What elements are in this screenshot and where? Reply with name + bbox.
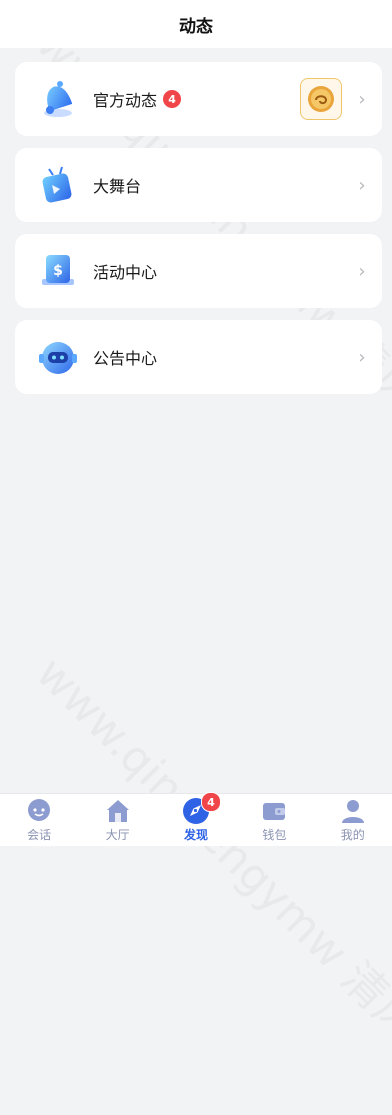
tab-label: 会话 [27, 828, 52, 842]
tab-me[interactable]: 我的 [314, 794, 392, 846]
card-label: 活动中心 [93, 263, 158, 282]
stage-icon [31, 158, 85, 212]
card-label: 大舞台 [93, 177, 142, 196]
chat-icon [25, 797, 53, 825]
tab-label: 钱包 [262, 828, 287, 842]
home-icon [104, 797, 132, 825]
card-label: 官方动态 [93, 91, 158, 110]
tab-wallet[interactable]: 钱包 [235, 794, 313, 846]
coin-logo-icon [300, 78, 342, 120]
card-activity-center[interactable]: $ 活动中心 › [15, 234, 382, 308]
tab-badge: 4 [200, 792, 221, 812]
chevron-right-icon: › [358, 346, 366, 368]
robot-icon [31, 330, 85, 384]
unread-badge: 4 [163, 90, 182, 108]
svg-text:$: $ [53, 263, 63, 279]
chevron-right-icon: › [358, 88, 366, 110]
card-official-news[interactable]: 官方动态 4 › [15, 62, 382, 136]
card-label: 公告中心 [93, 349, 158, 368]
tab-label: 大厅 [105, 828, 130, 842]
chevron-right-icon: › [358, 260, 366, 282]
top-header: 动态 [0, 0, 392, 48]
card-big-stage[interactable]: 大舞台 › [15, 148, 382, 222]
bottom-tab-bar: 会话 大厅 4 发现 钱包 我的 [0, 792, 392, 846]
wallet-icon [260, 797, 288, 825]
money-box-icon: $ [31, 244, 85, 298]
tab-label: 发现 [183, 828, 208, 842]
user-icon [339, 797, 367, 825]
tab-discover[interactable]: 4 发现 [157, 792, 235, 846]
tab-chat[interactable]: 会话 [0, 794, 78, 846]
card-announcement-center[interactable]: 公告中心 › [15, 320, 382, 394]
chevron-right-icon: › [358, 174, 366, 196]
tab-label: 我的 [340, 828, 365, 842]
page-title: 动态 [179, 16, 213, 37]
watermark: www.qingfengymw 清风源码 [26, 647, 392, 1114]
tab-lobby[interactable]: 大厅 [79, 794, 157, 846]
bell-icon [31, 72, 85, 126]
